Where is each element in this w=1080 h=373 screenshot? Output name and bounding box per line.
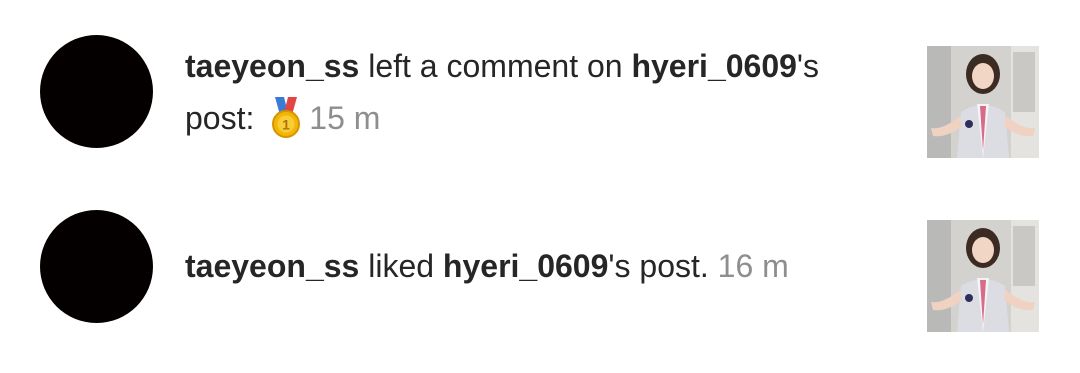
avatar[interactable] (40, 210, 153, 323)
username-link[interactable]: taeyeon_ss (185, 48, 359, 84)
notification-text: taeyeon_ss left a comment on hyeri_0609'… (185, 40, 895, 144)
username-link[interactable]: taeyeon_ss (185, 248, 359, 284)
timestamp: 15 m (309, 100, 381, 136)
timestamp: 16 m (717, 248, 789, 284)
avatar[interactable] (40, 35, 153, 148)
target-username-link[interactable]: hyeri_0609 (443, 248, 608, 284)
svg-text:1: 1 (282, 116, 290, 132)
post-thumbnail[interactable] (927, 46, 1039, 158)
action-text: left a comment on (359, 48, 632, 84)
notification-text: taeyeon_ss liked hyeri_0609's post. 16 m (185, 240, 895, 292)
suffix-text: 's post. (608, 248, 718, 284)
post-thumbnail[interactable] (927, 220, 1039, 332)
post-thumbnail-image (927, 220, 1039, 332)
target-username-link[interactable]: hyeri_0609 (631, 48, 796, 84)
post-thumbnail-image (927, 46, 1039, 158)
first-place-medal-icon: 1 (272, 96, 301, 138)
action-text: liked (359, 248, 443, 284)
